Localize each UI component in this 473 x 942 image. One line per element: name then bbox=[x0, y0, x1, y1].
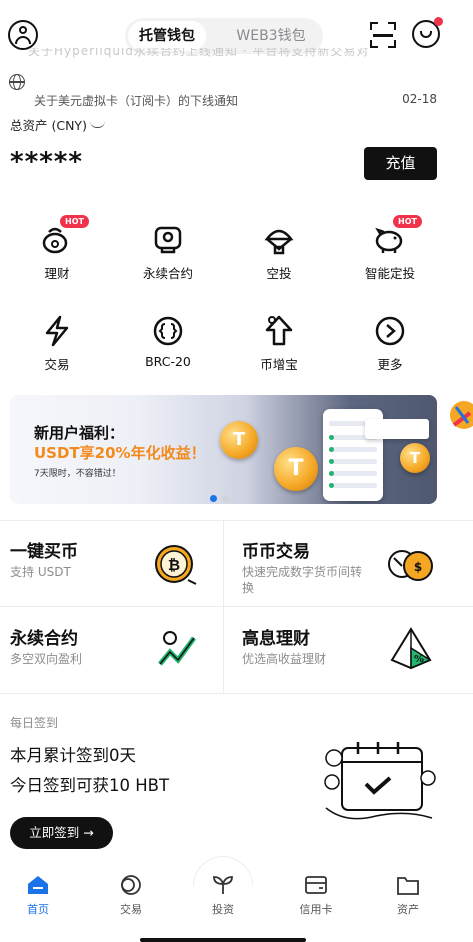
divider bbox=[223, 520, 224, 693]
nav-label: 信用卡 bbox=[299, 903, 333, 916]
nav-invest[interactable]: 投资 bbox=[188, 874, 258, 917]
notification-dot bbox=[434, 17, 443, 26]
divider bbox=[0, 520, 473, 521]
eye-closed-icon[interactable] bbox=[89, 121, 105, 128]
grid-item-brc20[interactable]: BRC-20 bbox=[118, 314, 218, 369]
divider bbox=[0, 606, 473, 607]
nav-label: 首页 bbox=[27, 903, 49, 916]
grid-item-trade[interactable]: 交易 bbox=[7, 314, 107, 373]
tab-web3-wallet[interactable]: WEB3钱包 bbox=[225, 21, 317, 51]
usdt-coin-icon: T bbox=[220, 421, 258, 459]
carousel-dot[interactable] bbox=[222, 495, 229, 502]
carousel-dots[interactable] bbox=[210, 487, 234, 504]
sprout-icon bbox=[211, 874, 235, 896]
grid-item-more[interactable]: 更多 bbox=[340, 314, 440, 373]
airdrop-parachute-icon bbox=[262, 223, 296, 257]
usdt-coin-icon: T bbox=[274, 447, 318, 491]
grid-label: 永续合约 bbox=[142, 266, 193, 281]
trend-chart-icon bbox=[158, 631, 197, 666]
card-title: 一键买币 bbox=[10, 542, 78, 562]
svg-text:$: $ bbox=[414, 560, 422, 574]
grid-label: 理财 bbox=[44, 266, 70, 281]
nav-label: 交易 bbox=[120, 903, 142, 916]
banner-subtitle: USDT享20%年化收益！ bbox=[34, 444, 206, 462]
carousel-dot-active[interactable] bbox=[210, 495, 217, 502]
usdt-coin-icon: T bbox=[400, 443, 430, 473]
calendar-check-icon bbox=[324, 742, 436, 820]
card-subtitle: 支持 USDT bbox=[10, 565, 71, 579]
sign-in-button[interactable]: 立即签到 → bbox=[10, 817, 113, 849]
grid-label: 交易 bbox=[44, 357, 70, 372]
total-assets-label: 总资产 (CNY) bbox=[10, 115, 105, 134]
bottom-nav: 首页 交易 投资 信用卡 资产 bbox=[0, 856, 473, 942]
grid-label: 币增宝 bbox=[260, 357, 298, 372]
grid-label: 空投 bbox=[266, 266, 292, 281]
scan-icon[interactable] bbox=[370, 22, 396, 48]
message-icon[interactable] bbox=[412, 17, 443, 48]
grid-item-smart-invest[interactable]: HOT 智能定投 bbox=[340, 215, 440, 282]
recharge-button[interactable]: 充值 bbox=[364, 147, 437, 180]
tab-custodial-wallet[interactable]: 托管钱包 bbox=[128, 21, 206, 51]
credit-card-icon bbox=[304, 874, 328, 896]
hot-badge: HOT bbox=[393, 215, 422, 228]
bitcoin-coin-icon: ₿ bbox=[155, 545, 197, 585]
card-subtitle: 优选高收益理财 bbox=[242, 652, 327, 666]
more-arrow-icon bbox=[373, 314, 407, 348]
lightning-icon bbox=[40, 314, 74, 348]
monthly-sign-in-count: 本月累计签到0天 bbox=[10, 746, 136, 765]
grid-label: BRC-20 bbox=[145, 354, 191, 369]
home-indicator bbox=[140, 938, 306, 942]
arrow-up-icon bbox=[262, 314, 296, 348]
percent-pyramid-icon: % bbox=[390, 627, 432, 670]
card-subtitle: 多空双向盈利 bbox=[10, 652, 83, 666]
card-subtitle: 快速完成数字货币间转换 bbox=[242, 565, 363, 595]
announcement-previous: 关于Hyperliquid永续合约上线通知 · 平台将支持新交易对 bbox=[28, 48, 370, 58]
grid-label: 智能定投 bbox=[364, 266, 415, 281]
nav-home[interactable]: 首页 bbox=[3, 874, 73, 917]
banner-note: 7天限时，不容错过！ bbox=[34, 469, 121, 479]
today-reward: 今日签到可获10 HBT bbox=[10, 776, 170, 795]
total-assets-value: ***** bbox=[10, 147, 83, 177]
piggy-bank-icon: HOT bbox=[373, 215, 422, 257]
globe-icon[interactable] bbox=[9, 74, 25, 90]
nav-assets[interactable]: 资产 bbox=[373, 874, 443, 917]
announcement-date: 02-18 bbox=[402, 92, 437, 106]
announcement-text[interactable]: 关于美元虚拟卡（订阅卡）的下线通知 bbox=[34, 92, 238, 109]
nav-label: 资产 bbox=[397, 903, 419, 916]
svg-text:%: % bbox=[414, 654, 424, 665]
hot-badge: HOT bbox=[60, 215, 89, 228]
svg-text:₿: ₿ bbox=[168, 556, 180, 574]
daily-sign-in-label: 每日签到 bbox=[10, 716, 59, 730]
contract-icon bbox=[151, 223, 185, 257]
card-title: 高息理财 bbox=[242, 629, 310, 649]
folder-icon bbox=[396, 874, 420, 896]
piggy-money-icon: HOT bbox=[40, 215, 89, 257]
banner-title: 新用户福利： bbox=[34, 424, 125, 442]
grid-item-perpetual[interactable]: 永续合约 bbox=[118, 223, 218, 282]
profile-icon[interactable] bbox=[8, 20, 38, 50]
grid-label: 更多 bbox=[377, 357, 403, 372]
home-icon bbox=[26, 874, 50, 896]
nav-credit-card[interactable]: 信用卡 bbox=[281, 874, 351, 917]
exchange-coins-icon: $ bbox=[388, 550, 433, 581]
grid-item-airdrop[interactable]: 空投 bbox=[229, 223, 329, 282]
popup-card bbox=[365, 419, 429, 439]
grid-item-coin-boost[interactable]: 币增宝 bbox=[229, 314, 329, 373]
trade-icon bbox=[119, 874, 143, 896]
brc20-icon bbox=[151, 314, 185, 348]
divider bbox=[0, 693, 473, 694]
nav-trade[interactable]: 交易 bbox=[96, 874, 166, 917]
card-title: 币币交易 bbox=[242, 542, 310, 562]
card-title: 永续合约 bbox=[10, 629, 78, 649]
nav-label: 投资 bbox=[212, 903, 234, 916]
next-banner-peek bbox=[450, 401, 473, 429]
grid-item-wealth[interactable]: HOT 理财 bbox=[7, 215, 107, 282]
promo-banner[interactable]: 新用户福利： USDT享20%年化收益！ 7天限时，不容错过！ T T T bbox=[10, 395, 437, 504]
